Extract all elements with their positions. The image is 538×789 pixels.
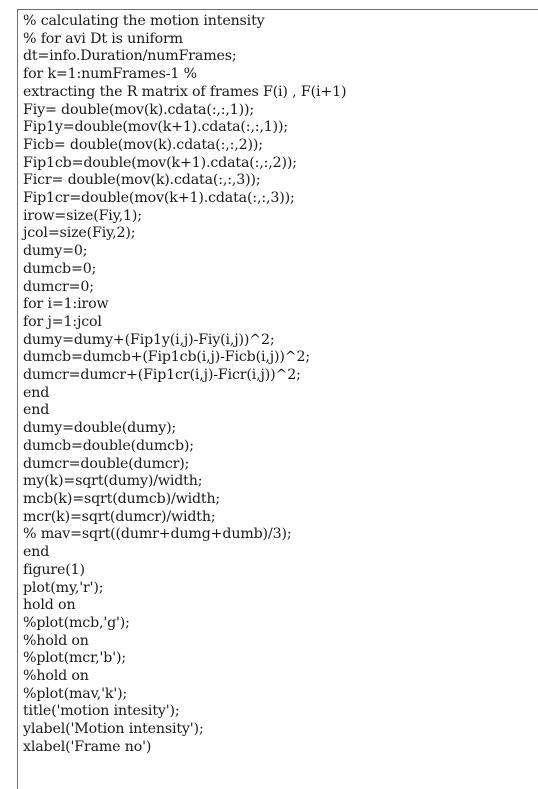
code-line: jcol=size(Fiy,2); — [23, 225, 136, 242]
code-line: for k=1:numFrames-1 % — [23, 66, 197, 83]
code-line: mcb(k)=sqrt(dumcb)/width; — [23, 490, 221, 507]
code-line: dumcr=double(dumcr); — [23, 455, 190, 472]
code-line: Fip1y=double(mov(k+1).cdata(:,:,1)); — [23, 119, 289, 136]
code-line: %plot(mcr,'b'); — [23, 650, 126, 667]
code-line: my(k)=sqrt(dumy)/width; — [23, 473, 203, 490]
code-line: % mav=sqrt((dumr+dumg+dumb)/3); — [23, 526, 292, 543]
code-line: dumcr=dumcr+(Fip1cr(i,j)-Ficr(i,j))^2; — [23, 367, 301, 384]
code-line: for j=1:jcol — [23, 313, 102, 330]
code-line: plot(my,'r'); — [23, 579, 104, 596]
code-line: irow=size(Fiy,1); — [23, 207, 142, 224]
code-line: ylabel('Motion intensity'); — [23, 721, 204, 738]
code-line: extracting the R matrix of frames F(i) ,… — [23, 83, 347, 100]
code-line: dumcb=double(dumcb); — [23, 437, 194, 454]
code-line: % calculating the motion intensity — [23, 13, 265, 29]
code-line: Fiy= double(mov(k).cdata(:,:,1)); — [23, 101, 254, 118]
code-line: dt=info.Duration/numFrames; — [23, 48, 237, 65]
code-line: for i=1:irow — [23, 296, 109, 313]
code-line: dumy=0; — [23, 243, 88, 260]
code-line: end — [23, 544, 50, 561]
code-line: dumy=dumy+(Fip1y(i,j)-Fiy(i,j))^2; — [23, 331, 275, 348]
code-line: hold on — [23, 597, 76, 614]
code-line: %plot(mav,'k'); — [23, 685, 128, 702]
code-line: dumcb=dumcb+(Fip1cb(i,j)-Ficb(i,j))^2; — [23, 349, 310, 366]
code-line: end — [23, 384, 50, 401]
code-line: title('motion intesity'); — [23, 703, 180, 720]
code-line: xlabel('Frame no') — [23, 738, 152, 755]
code-line: dumcb=0; — [23, 260, 97, 277]
code-listing: % calculating the motion intensity % for… — [17, 9, 538, 789]
code-line: dumcr=0; — [23, 278, 94, 295]
code-line: Ficb= double(mov(k).cdata(:,:,2)); — [23, 136, 263, 153]
code-line: end — [23, 402, 50, 419]
code-line: %plot(mcb,'g'); — [23, 614, 130, 631]
code-line: figure(1) — [23, 561, 85, 578]
code-line: Fip1cb=double(mov(k+1).cdata(:,:,2)); — [23, 154, 297, 171]
code-line: %hold on — [23, 668, 89, 685]
code-line: dumy=double(dumy); — [23, 420, 177, 437]
code-line: % for avi Dt is uniform — [23, 30, 183, 47]
code-line: Fip1cr=double(mov(k+1).cdata(:,:,3)); — [23, 190, 295, 207]
code-line: mcr(k)=sqrt(dumcr)/width; — [23, 508, 216, 525]
code-line: Ficr= double(mov(k).cdata(:,:,3)); — [23, 172, 261, 189]
code-line: %hold on — [23, 632, 89, 649]
